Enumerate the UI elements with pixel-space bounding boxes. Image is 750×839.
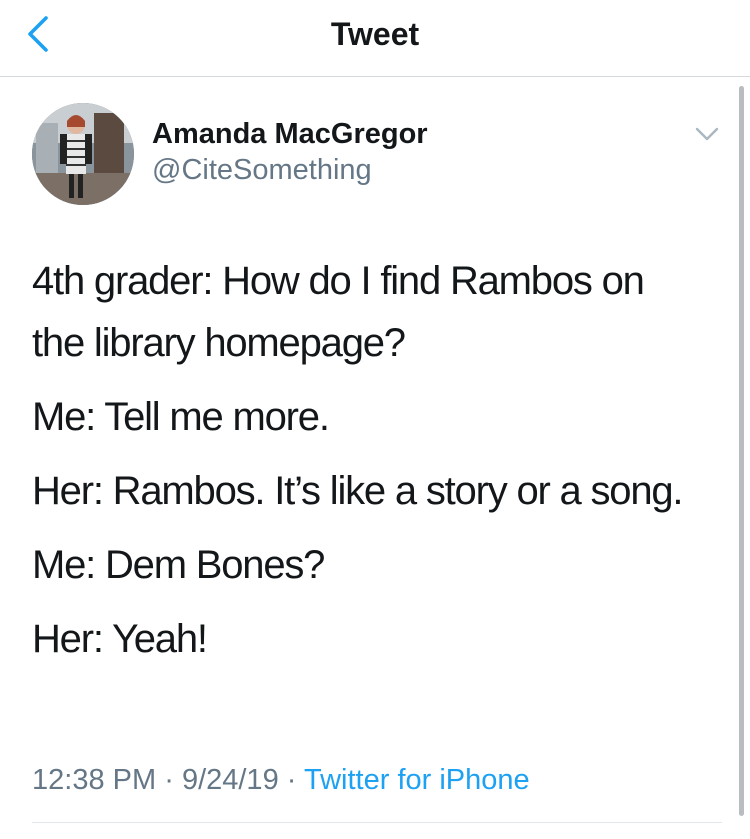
separator-dot: · [164, 764, 174, 796]
divider [32, 822, 722, 823]
separator-dot: · [286, 764, 297, 796]
avatar[interactable] [32, 103, 134, 205]
author-name[interactable]: Amanda MacGregor [152, 116, 428, 152]
tweet-time: 12:38 PM [32, 764, 157, 796]
tweet-paragraph: Me: Dem Bones? [32, 534, 722, 596]
profile-photo [32, 103, 134, 205]
tweet-menu-button[interactable] [692, 122, 722, 146]
tweet-line: Me: Dem Bones? [32, 543, 325, 587]
tweet-date: 9/24/19 [181, 764, 279, 796]
chevron-down-icon [695, 127, 719, 141]
tweet-paragraph: Her: Yeah! [32, 608, 722, 670]
tweet-source-link[interactable]: Twitter for iPhone [304, 764, 530, 796]
tweet-line: Me: Tell me more. [32, 395, 330, 439]
tweet-paragraph: Her: Rambos. It’s like a story or a song… [32, 460, 722, 522]
tweet-line: 4th grader: How do I find Rambos on [32, 259, 645, 303]
tweet-header: Amanda MacGregor @CiteSomething [0, 76, 750, 216]
tweet-text: 4th grader: How do I find Rambos on the … [32, 250, 722, 682]
scrollbar[interactable] [739, 86, 744, 816]
tweet-paragraph: Me: Tell me more. [32, 386, 722, 448]
author-handle[interactable]: @CiteSomething [152, 152, 372, 188]
tweet-timestamp: 12:38 PM · 9/24/19 · Twitter for iPhone [32, 762, 530, 798]
tweet-line: Her: Rambos. It’s like a story or a song… [32, 469, 684, 513]
navigation-bar: Tweet [0, 0, 750, 77]
tweet-line: the library homepage? [32, 321, 406, 365]
tweet-line: Her: Yeah! [32, 617, 208, 661]
tweet-paragraph: 4th grader: How do I find Rambos on the … [32, 250, 722, 374]
page-title: Tweet [330, 16, 420, 52]
